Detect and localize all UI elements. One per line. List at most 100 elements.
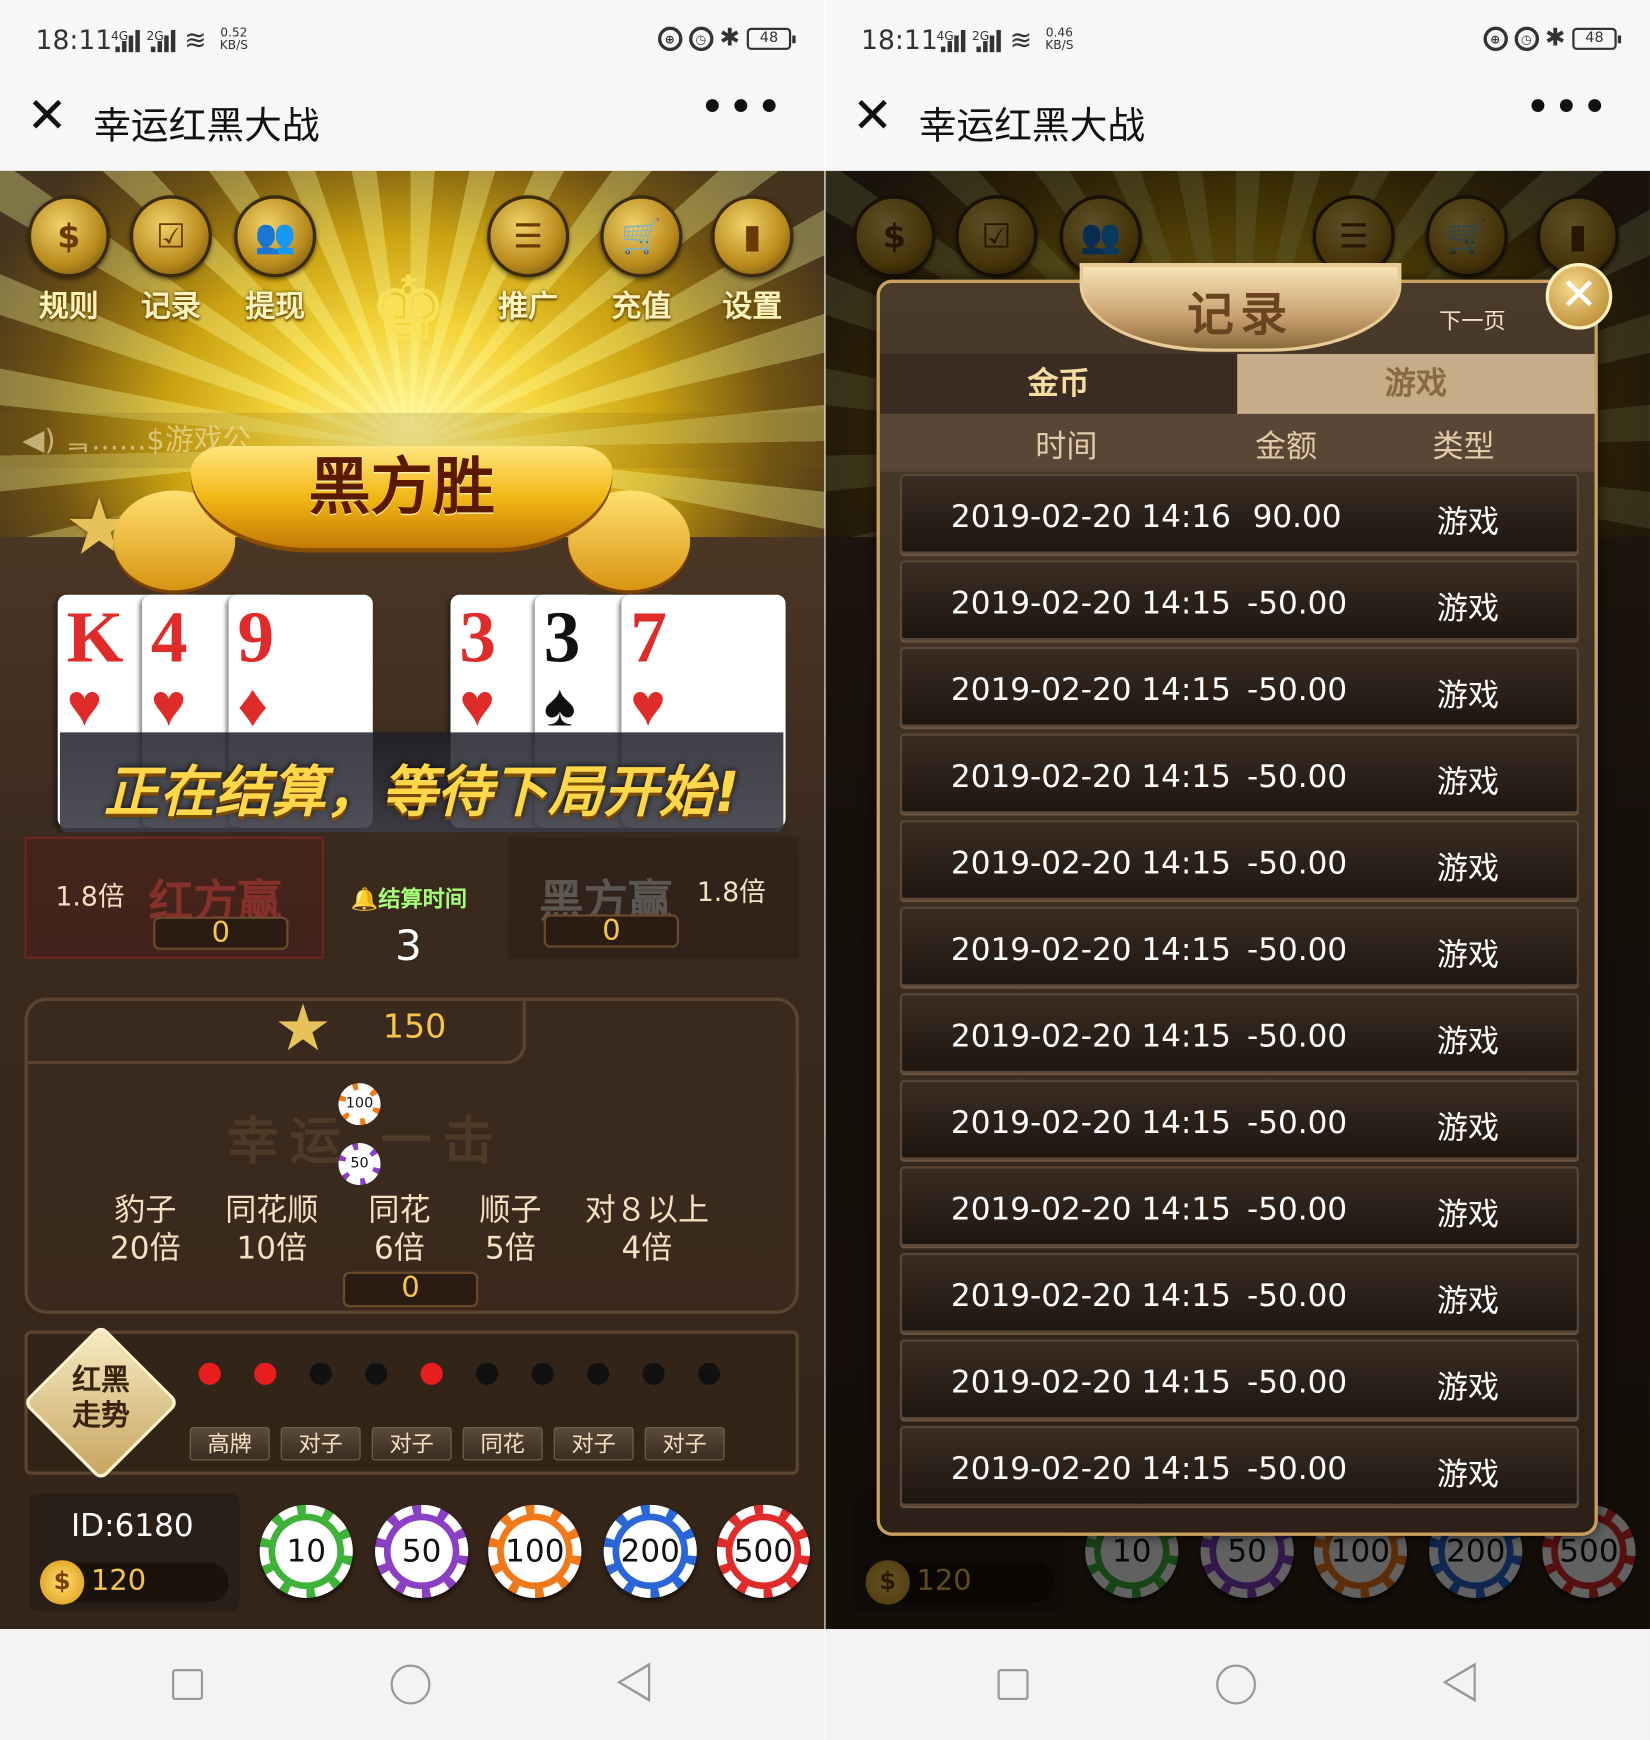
result-banner: 黑方胜 bbox=[113, 435, 691, 601]
menu-label: 提现 bbox=[245, 289, 306, 325]
next-page-button[interactable]: 下一页 bbox=[1439, 303, 1506, 335]
lucky-strike-panel[interactable]: ★ 150 幸运 一击 100 50 豹子 20倍 同花顺 10倍 同花 6倍 顺子 5… bbox=[24, 990, 799, 1314]
trend-dot-black bbox=[531, 1362, 554, 1385]
chip-100-button[interactable]: 100 bbox=[488, 1504, 582, 1598]
chip-10-button[interactable]: 10 bbox=[259, 1504, 353, 1598]
chip-50-button[interactable]: 50 bbox=[375, 1504, 469, 1598]
close-icon[interactable]: ✕ bbox=[1545, 262, 1613, 330]
signal-icon bbox=[940, 29, 966, 53]
page-title: 幸运红黑大战 bbox=[93, 104, 320, 149]
close-icon[interactable]: ✕ bbox=[27, 88, 68, 144]
signal-icon bbox=[150, 29, 176, 53]
coin-balance: $ 120 bbox=[39, 1560, 229, 1605]
table-row: 2019-02-20 14:15 -50.00 游戏 bbox=[899, 560, 1579, 641]
recents-icon[interactable] bbox=[997, 1668, 1029, 1701]
back-icon[interactable] bbox=[616, 1662, 651, 1703]
cell-time: 2019-02-20 14:15 bbox=[950, 1190, 1231, 1228]
lucky-pool-value: 150 bbox=[382, 1007, 447, 1047]
cell-time: 2019-02-20 14:15 bbox=[950, 1104, 1231, 1141]
home-icon[interactable] bbox=[390, 1664, 431, 1705]
table-row: 2019-02-20 14:15 -50.00 游戏 bbox=[899, 1166, 1579, 1247]
tab-coins[interactable]: 金币 bbox=[879, 353, 1238, 414]
status-time: 18:11 bbox=[861, 24, 938, 56]
status-right-icons: ⊕ ◷ ✱ 48 bbox=[657, 26, 796, 52]
menu-label: 记录 bbox=[140, 289, 201, 325]
trend-tag: 对子 bbox=[280, 1427, 361, 1461]
black-side-bet[interactable]: 黑方赢 1.8倍 0 bbox=[508, 836, 799, 959]
trend-dot-red bbox=[420, 1362, 443, 1385]
red-multiplier: 1.8倍 bbox=[55, 881, 125, 913]
tab-game[interactable]: 游戏 bbox=[1237, 353, 1595, 414]
recharge-button[interactable]: 🛒 充值 bbox=[597, 195, 686, 325]
modal-title: 记录 bbox=[1187, 287, 1294, 342]
players-icon: ♚ bbox=[368, 257, 449, 361]
home-icon[interactable] bbox=[1216, 1664, 1257, 1705]
promote-button[interactable]: ☰ 推广 bbox=[484, 195, 573, 325]
table-row: 2019-02-20 14:15 -50.00 游戏 bbox=[899, 733, 1579, 814]
page-title: 幸运红黑大战 bbox=[918, 104, 1146, 149]
menu-label: 设置 bbox=[722, 289, 783, 325]
status-bar: 18:11 4G 2G ≋ 0.52 KB/S ⊕ ◷ ✱ 48 bbox=[0, 0, 824, 78]
cell-type: 游戏 bbox=[1436, 1455, 1500, 1493]
table-row: 2019-02-20 14:15 -50.00 游戏 bbox=[899, 906, 1579, 987]
trend-dot-black bbox=[642, 1362, 665, 1385]
cell-time: 2019-02-20 14:15 bbox=[950, 1450, 1231, 1487]
close-icon[interactable]: ✕ bbox=[852, 88, 893, 144]
cell-type: 游戏 bbox=[1436, 1109, 1500, 1147]
trend-tag: 同花 bbox=[462, 1427, 543, 1461]
settle-message: 正在结算，等待下局开始! bbox=[103, 760, 740, 825]
cell-time: 2019-02-20 14:16 bbox=[950, 498, 1231, 535]
modal-header: 记录 下一页 ✕ bbox=[880, 262, 1613, 356]
records-button[interactable]: ☑ 记录 bbox=[126, 195, 215, 325]
player-info: ID:6180 $ 120 bbox=[28, 1493, 240, 1612]
trend-tag: 对子 bbox=[553, 1427, 634, 1461]
menu-label: 规则 bbox=[38, 289, 99, 325]
trend-dot-black bbox=[309, 1362, 332, 1385]
cell-time: 2019-02-20 14:15 bbox=[950, 671, 1231, 708]
back-icon[interactable] bbox=[1442, 1662, 1476, 1703]
black-bet-amount: 0 bbox=[543, 914, 680, 948]
settings-button[interactable]: ▮ 设置 bbox=[708, 195, 797, 325]
android-nav-bar bbox=[825, 1629, 1650, 1740]
phone-records-screen: 18:11 4G 2G ≋ 0.46 KB/S ⊕ ◷ ✱ 48 ✕ 幸运红黑大战… bbox=[825, 0, 1650, 1740]
rules-button[interactable]: $ 规则 bbox=[24, 195, 113, 325]
table-row: 2019-02-20 14:15 -50.00 游戏 bbox=[899, 646, 1579, 727]
cell-time: 2019-02-20 14:15 bbox=[950, 1363, 1231, 1401]
cell-amount: -50.00 bbox=[1247, 1450, 1348, 1487]
wifi-icon: ≋ bbox=[1009, 24, 1033, 56]
battery-icon: 48 bbox=[1572, 27, 1622, 50]
trend-badge-text: 红黑 走势 bbox=[72, 1363, 130, 1433]
cell-time: 2019-02-20 14:15 bbox=[950, 1017, 1231, 1055]
recents-icon[interactable] bbox=[171, 1668, 204, 1701]
calendar-check-icon: ☑ bbox=[129, 195, 212, 278]
cell-type: 游戏 bbox=[1436, 1282, 1500, 1320]
column-amount: 金额 bbox=[1254, 428, 1318, 465]
chip-200-button[interactable]: 200 bbox=[603, 1504, 697, 1598]
result-text: 黑方胜 bbox=[308, 450, 495, 524]
menu-label: 推广 bbox=[498, 289, 559, 325]
android-nav-bar bbox=[0, 1629, 825, 1740]
timer-label: 🔔结算时间 bbox=[350, 885, 468, 913]
chip-500-button[interactable]: 500 bbox=[716, 1504, 811, 1598]
alarm-icon: ◷ bbox=[1514, 26, 1539, 52]
battery-icon: 48 bbox=[746, 27, 796, 50]
table-header: 时间 金额 类型 bbox=[879, 413, 1595, 472]
payout-straight: 顺子 5倍 bbox=[479, 1191, 542, 1267]
cell-type: 游戏 bbox=[1436, 1196, 1500, 1233]
users-icon: 👥 bbox=[234, 195, 317, 278]
settle-message-bar: 正在结算，等待下局开始! bbox=[59, 732, 784, 833]
table-row: 2019-02-20 14:15 -50.00 游戏 bbox=[899, 1425, 1579, 1506]
ranking-icon: ▮ bbox=[711, 195, 794, 278]
more-menu-icon[interactable]: ••• bbox=[699, 82, 784, 133]
cell-type: 游戏 bbox=[1436, 590, 1500, 627]
bluetooth-icon: ✱ bbox=[1545, 24, 1566, 53]
cell-type: 游戏 bbox=[1436, 503, 1500, 541]
coin-icon: $ bbox=[39, 1560, 85, 1605]
table-row: 2019-02-20 14:15 -50.00 游戏 bbox=[899, 993, 1579, 1074]
more-menu-icon[interactable]: ••• bbox=[1525, 82, 1610, 133]
cell-time: 2019-02-20 14:15 bbox=[950, 844, 1231, 882]
red-side-bet[interactable]: 1.8倍 红方赢 0 bbox=[24, 836, 325, 959]
withdraw-button[interactable]: 👥 提现 bbox=[231, 195, 320, 325]
cell-amount: -50.00 bbox=[1247, 1277, 1348, 1314]
status-time: 18:11 bbox=[35, 24, 113, 56]
